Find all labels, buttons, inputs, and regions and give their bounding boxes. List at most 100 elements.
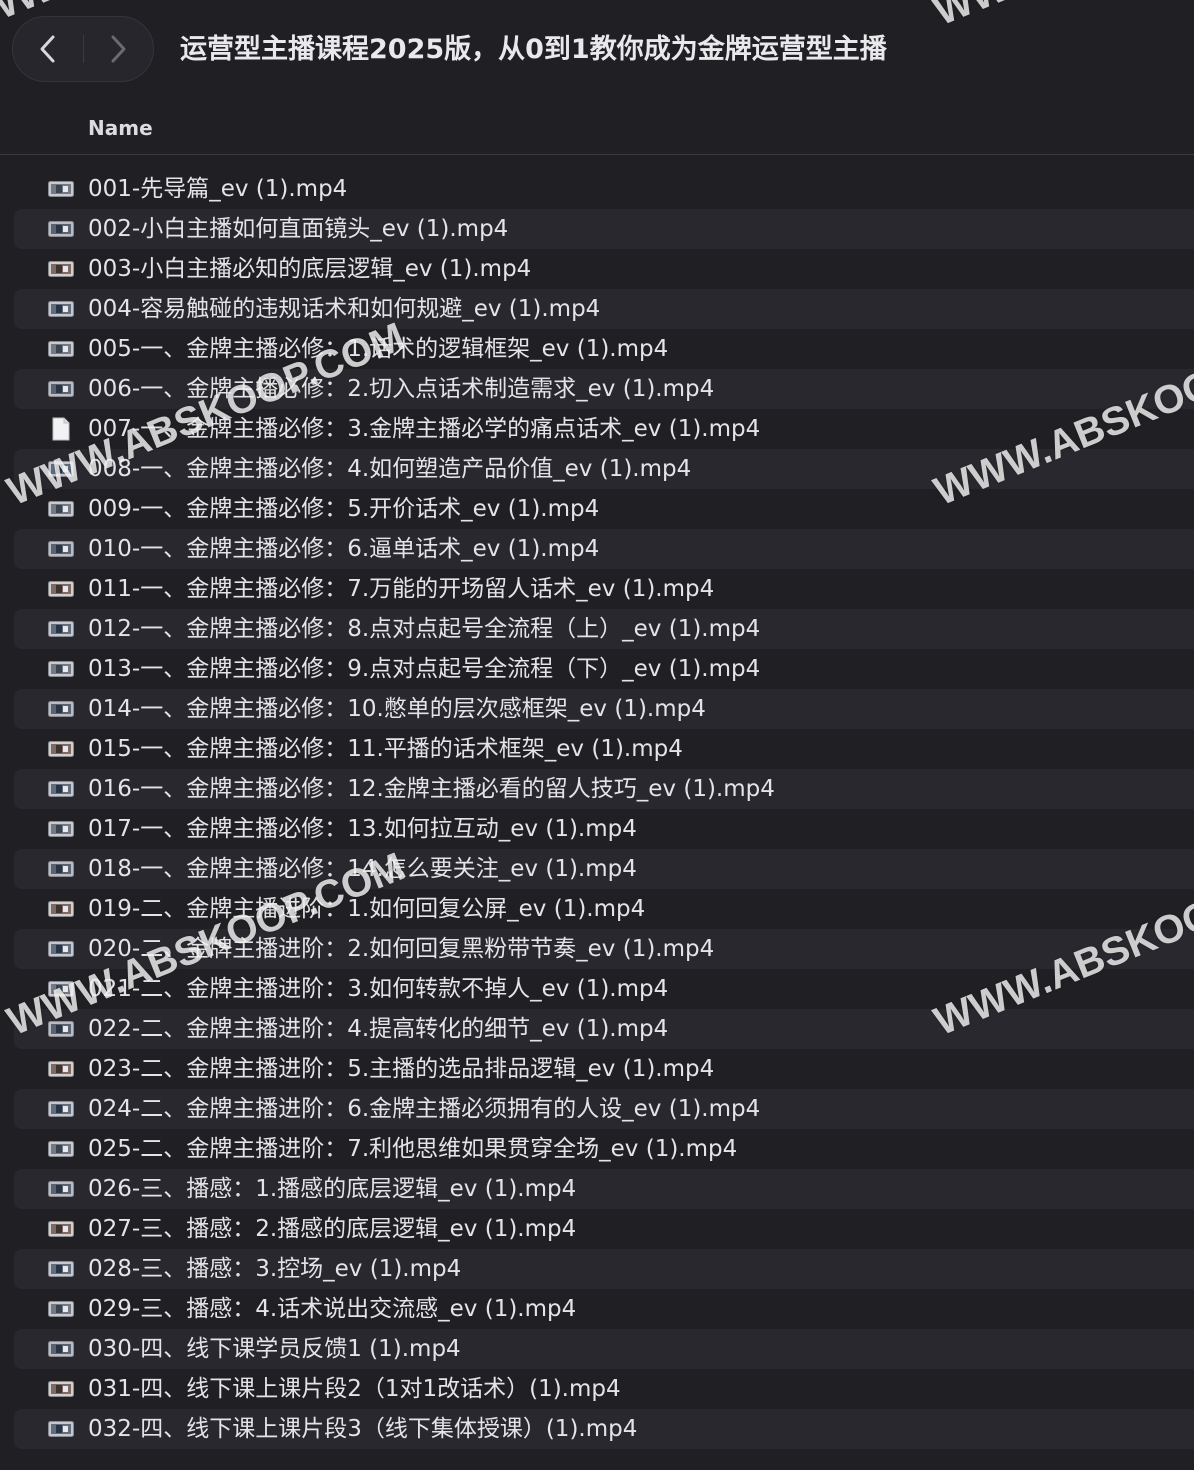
file-row[interactable]: 025-二、金牌主播进阶：7.利他思维如果贯穿全场_ev (1).mp4 (14, 1129, 1194, 1169)
file-row[interactable]: 009-一、金牌主播必修：5.开价话术_ev (1).mp4 (14, 489, 1194, 529)
video-thumbnail-icon (48, 1101, 74, 1117)
file-row[interactable]: 002-小白主播如何直面镜头_ev (1).mp4 (14, 209, 1194, 249)
file-name: 028-三、播感：3.控场_ev (1).mp4 (88, 1256, 462, 1282)
file-name: 032-四、线下课上课片段3（线下集体授课）(1).mp4 (88, 1416, 638, 1442)
file-row[interactable]: 018-一、金牌主播必修：14.怎么要关注_ev (1).mp4 (14, 849, 1194, 889)
file-name: 014-一、金牌主播必修：10.憋单的层次感框架_ev (1).mp4 (88, 696, 706, 722)
video-thumbnail-icon (48, 341, 74, 357)
video-thumbnail-icon (48, 1061, 74, 1077)
file-row[interactable]: 014-一、金牌主播必修：10.憋单的层次感框架_ev (1).mp4 (14, 689, 1194, 729)
file-row[interactable]: 032-四、线下课上课片段3（线下集体授课）(1).mp4 (14, 1409, 1194, 1449)
video-thumbnail-icon (48, 541, 74, 557)
video-thumbnail-icon (48, 181, 74, 197)
file-row[interactable]: 012-一、金牌主播必修：8.点对点起号全流程（上）_ev (1).mp4 (14, 609, 1194, 649)
file-row[interactable]: 029-三、播感：4.话术说出交流感_ev (1).mp4 (14, 1289, 1194, 1329)
file-name: 012-一、金牌主播必修：8.点对点起号全流程（上）_ev (1).mp4 (88, 616, 761, 642)
file-row[interactable]: 003-小白主播必知的底层逻辑_ev (1).mp4 (14, 249, 1194, 289)
video-thumbnail-icon (48, 781, 74, 797)
file-row[interactable]: 028-三、播感：3.控场_ev (1).mp4 (14, 1249, 1194, 1289)
file-name: 027-三、播感：2.播感的底层逻辑_ev (1).mp4 (88, 1216, 577, 1242)
file-name: 031-四、线下课上课片段2（1对1改话术）(1).mp4 (88, 1376, 621, 1402)
file-row[interactable]: 001-先导篇_ev (1).mp4 (14, 169, 1194, 209)
file-row[interactable]: 021-二、金牌主播进阶：3.如何转款不掉人_ev (1).mp4 (14, 969, 1194, 1009)
video-thumbnail-icon (48, 1221, 74, 1237)
file-name: 016-一、金牌主播必修：12.金牌主播必看的留人技巧_ev (1).mp4 (88, 776, 775, 802)
video-thumbnail-icon (48, 581, 74, 597)
video-thumbnail-icon (48, 701, 74, 717)
file-name: 029-三、播感：4.话术说出交流感_ev (1).mp4 (88, 1296, 577, 1322)
video-thumbnail-icon (48, 1261, 74, 1277)
name-column-header[interactable]: Name (88, 116, 153, 140)
file-name: 003-小白主播必知的底层逻辑_ev (1).mp4 (88, 256, 532, 282)
file-name: 010-一、金牌主播必修：6.逼单话术_ev (1).mp4 (88, 536, 600, 562)
video-thumbnail-icon (48, 381, 74, 397)
file-row[interactable]: 011-一、金牌主播必修：7.万能的开场留人话术_ev (1).mp4 (14, 569, 1194, 609)
file-name: 030-四、线下课学员反馈1 (1).mp4 (88, 1336, 461, 1362)
back-button[interactable] (13, 17, 83, 81)
file-row[interactable]: 024-二、金牌主播进阶：6.金牌主播必须拥有的人设_ev (1).mp4 (14, 1089, 1194, 1129)
file-name: 019-二、金牌主播进阶：1.如何回复公屏_ev (1).mp4 (88, 896, 646, 922)
video-thumbnail-icon (48, 1381, 74, 1397)
file-row[interactable]: 026-三、播感：1.播感的底层逻辑_ev (1).mp4 (14, 1169, 1194, 1209)
file-row[interactable]: 004-容易触碰的违规话术和如何规避_ev (1).mp4 (14, 289, 1194, 329)
file-row[interactable]: 005-一、金牌主播必修：1.话术的逻辑框架_ev (1).mp4 (14, 329, 1194, 369)
file-row[interactable]: 006-一、金牌主播必修：2.切入点话术制造需求_ev (1).mp4 (14, 369, 1194, 409)
file-name: 002-小白主播如何直面镜头_ev (1).mp4 (88, 216, 509, 242)
forward-button[interactable] (83, 17, 153, 81)
file-name: 024-二、金牌主播进阶：6.金牌主播必须拥有的人设_ev (1).mp4 (88, 1096, 761, 1122)
file-name: 021-二、金牌主播进阶：3.如何转款不掉人_ev (1).mp4 (88, 976, 669, 1002)
file-name: 011-一、金牌主播必修：7.万能的开场留人话术_ev (1).mp4 (88, 576, 715, 602)
file-name: 013-一、金牌主播必修：9.点对点起号全流程（下）_ev (1).mp4 (88, 656, 761, 682)
column-header: Name (0, 104, 1194, 155)
file-name: 023-二、金牌主播进阶：5.主播的选品排品逻辑_ev (1).mp4 (88, 1056, 715, 1082)
video-thumbnail-icon (48, 941, 74, 957)
chevron-left-icon (40, 35, 55, 63)
video-thumbnail-icon (48, 501, 74, 517)
file-row[interactable]: 031-四、线下课上课片段2（1对1改话术）(1).mp4 (14, 1369, 1194, 1409)
file-name: 017-一、金牌主播必修：13.如何拉互动_ev (1).mp4 (88, 816, 637, 842)
file-name: 020-二、金牌主播进阶：2.如何回复黑粉带节奏_ev (1).mp4 (88, 936, 715, 962)
file-row[interactable]: 022-二、金牌主播进阶：4.提高转化的细节_ev (1).mp4 (14, 1009, 1194, 1049)
file-row[interactable]: 010-一、金牌主播必修：6.逼单话术_ev (1).mp4 (14, 529, 1194, 569)
chevron-right-icon (111, 35, 126, 63)
video-thumbnail-icon (48, 1301, 74, 1317)
file-row[interactable]: 017-一、金牌主播必修：13.如何拉互动_ev (1).mp4 (14, 809, 1194, 849)
video-thumbnail-icon (48, 901, 74, 917)
file-name: 006-一、金牌主播必修：2.切入点话术制造需求_ev (1).mp4 (88, 376, 715, 402)
file-name: 018-一、金牌主播必修：14.怎么要关注_ev (1).mp4 (88, 856, 637, 882)
file-row[interactable]: 030-四、线下课学员反馈1 (1).mp4 (14, 1329, 1194, 1369)
file-name: 005-一、金牌主播必修：1.话术的逻辑框架_ev (1).mp4 (88, 336, 669, 362)
file-row[interactable]: 008-一、金牌主播必修：4.如何塑造产品价值_ev (1).mp4 (14, 449, 1194, 489)
video-thumbnail-icon (48, 221, 74, 237)
video-thumbnail-icon (48, 1421, 74, 1437)
file-name: 025-二、金牌主播进阶：7.利他思维如果贯穿全场_ev (1).mp4 (88, 1136, 738, 1162)
file-name: 001-先导篇_ev (1).mp4 (88, 176, 348, 202)
file-row[interactable]: 013-一、金牌主播必修：9.点对点起号全流程（下）_ev (1).mp4 (14, 649, 1194, 689)
video-thumbnail-icon (48, 261, 74, 277)
video-thumbnail-icon (48, 1341, 74, 1357)
file-row[interactable]: 020-二、金牌主播进阶：2.如何回复黑粉带节奏_ev (1).mp4 (14, 929, 1194, 969)
video-thumbnail-icon (48, 821, 74, 837)
file-row[interactable]: 023-二、金牌主播进阶：5.主播的选品排品逻辑_ev (1).mp4 (14, 1049, 1194, 1089)
video-thumbnail-icon (48, 741, 74, 757)
video-thumbnail-icon (48, 461, 74, 477)
file-name: 015-一、金牌主播必修：11.平播的话术框架_ev (1).mp4 (88, 736, 683, 762)
file-row[interactable]: 007-一、金牌主播必修：3.金牌主播必学的痛点话术_ev (1).mp4 (14, 409, 1194, 449)
file-row[interactable]: 016-一、金牌主播必修：12.金牌主播必看的留人技巧_ev (1).mp4 (14, 769, 1194, 809)
file-row[interactable]: 015-一、金牌主播必修：11.平播的话术框架_ev (1).mp4 (14, 729, 1194, 769)
file-row[interactable]: 019-二、金牌主播进阶：1.如何回复公屏_ev (1).mp4 (14, 889, 1194, 929)
window-title: 运营型主播课程2025版，从0到1教你成为金牌运营型主播 (180, 34, 887, 65)
generic-document-icon (52, 417, 70, 441)
file-row[interactable]: 027-三、播感：2.播感的底层逻辑_ev (1).mp4 (14, 1209, 1194, 1249)
file-name: 022-二、金牌主播进阶：4.提高转化的细节_ev (1).mp4 (88, 1016, 669, 1042)
file-name: 007-一、金牌主播必修：3.金牌主播必学的痛点话术_ev (1).mp4 (88, 416, 761, 442)
video-thumbnail-icon (48, 861, 74, 877)
video-thumbnail-icon (48, 661, 74, 677)
video-thumbnail-icon (48, 981, 74, 997)
file-name: 009-一、金牌主播必修：5.开价话术_ev (1).mp4 (88, 496, 600, 522)
video-thumbnail-icon (48, 1141, 74, 1157)
file-name: 026-三、播感：1.播感的底层逻辑_ev (1).mp4 (88, 1176, 577, 1202)
file-name: 008-一、金牌主播必修：4.如何塑造产品价值_ev (1).mp4 (88, 456, 692, 482)
file-list: 001-先导篇_ev (1).mp4 002-小白主播如何直面镜头_ev (1).… (14, 169, 1194, 1449)
navigation-button-group (12, 16, 154, 82)
